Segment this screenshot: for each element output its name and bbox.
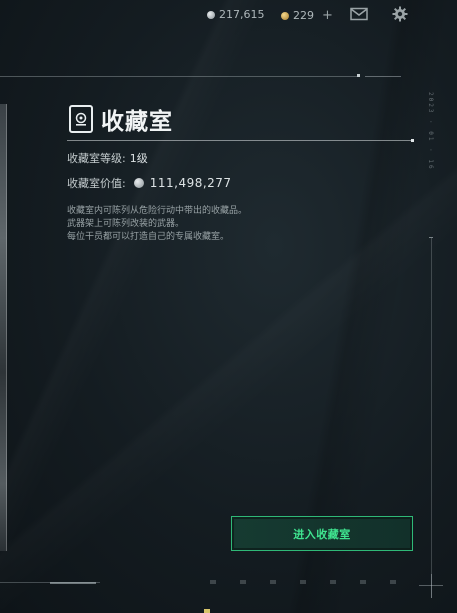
level-value: 1级 bbox=[129, 152, 148, 165]
right-vertical-line bbox=[431, 238, 432, 598]
mail-icon[interactable] bbox=[350, 6, 368, 22]
enter-collection-room-button[interactable]: 进入收藏室 bbox=[231, 516, 413, 551]
side-decor-text: 2023 · 01 · 16 bbox=[427, 92, 434, 171]
top-bar: 217,615 229 + bbox=[0, 0, 457, 30]
collection-room-panel: 收藏室 收藏室等级: 1级 收藏室价值: 111,498,277 收藏室内可陈列… bbox=[67, 100, 414, 244]
currency-silver: 217,615 bbox=[207, 8, 265, 21]
gear-icon[interactable] bbox=[392, 6, 410, 22]
worth-stat: 收藏室价值: 111,498,277 bbox=[67, 175, 414, 191]
gold-coin-icon bbox=[281, 11, 289, 20]
bottom-divider-bold bbox=[50, 582, 96, 584]
top-divider-short bbox=[365, 76, 401, 77]
top-divider bbox=[0, 76, 359, 77]
vault-icon bbox=[69, 105, 93, 133]
page-title: 收藏室 bbox=[101, 109, 173, 135]
worth-label: 收藏室价值: bbox=[67, 177, 126, 190]
corner-crosshair-v bbox=[431, 574, 432, 598]
silver-coin-icon bbox=[207, 10, 215, 19]
level-stat: 收藏室等级: 1级 bbox=[67, 150, 414, 166]
silver-coin-icon bbox=[133, 178, 144, 188]
bottom-marker bbox=[204, 609, 210, 613]
description-line: 武器架上可陈列改装的武器。 bbox=[67, 219, 185, 229]
description-line: 每位干员都可以打造自己的专属收藏室。 bbox=[67, 232, 230, 242]
description-line: 收藏室内可陈列从危险行动中带出的收藏品。 bbox=[67, 206, 248, 216]
title-row: 收藏室 bbox=[67, 100, 414, 138]
currency-gold: 229 + bbox=[281, 8, 333, 23]
currency-gold-value: 229 bbox=[293, 9, 314, 22]
worth-value: 111,498,277 bbox=[149, 176, 232, 190]
top-divider-tick bbox=[357, 74, 360, 77]
title-underline bbox=[67, 139, 414, 142]
description: 收藏室内可陈列从危险行动中带出的收藏品。 武器架上可陈列改装的武器。 每位干员都… bbox=[67, 205, 414, 244]
right-vertical-tick bbox=[429, 237, 433, 238]
add-currency-button[interactable]: + bbox=[322, 8, 333, 23]
enter-button-label: 进入收藏室 bbox=[293, 527, 351, 541]
level-label: 收藏室等级: bbox=[67, 152, 126, 165]
bottom-dashes bbox=[210, 580, 405, 584]
collection-preview-strip[interactable] bbox=[0, 104, 7, 551]
currency-silver-value: 217,615 bbox=[219, 8, 265, 21]
